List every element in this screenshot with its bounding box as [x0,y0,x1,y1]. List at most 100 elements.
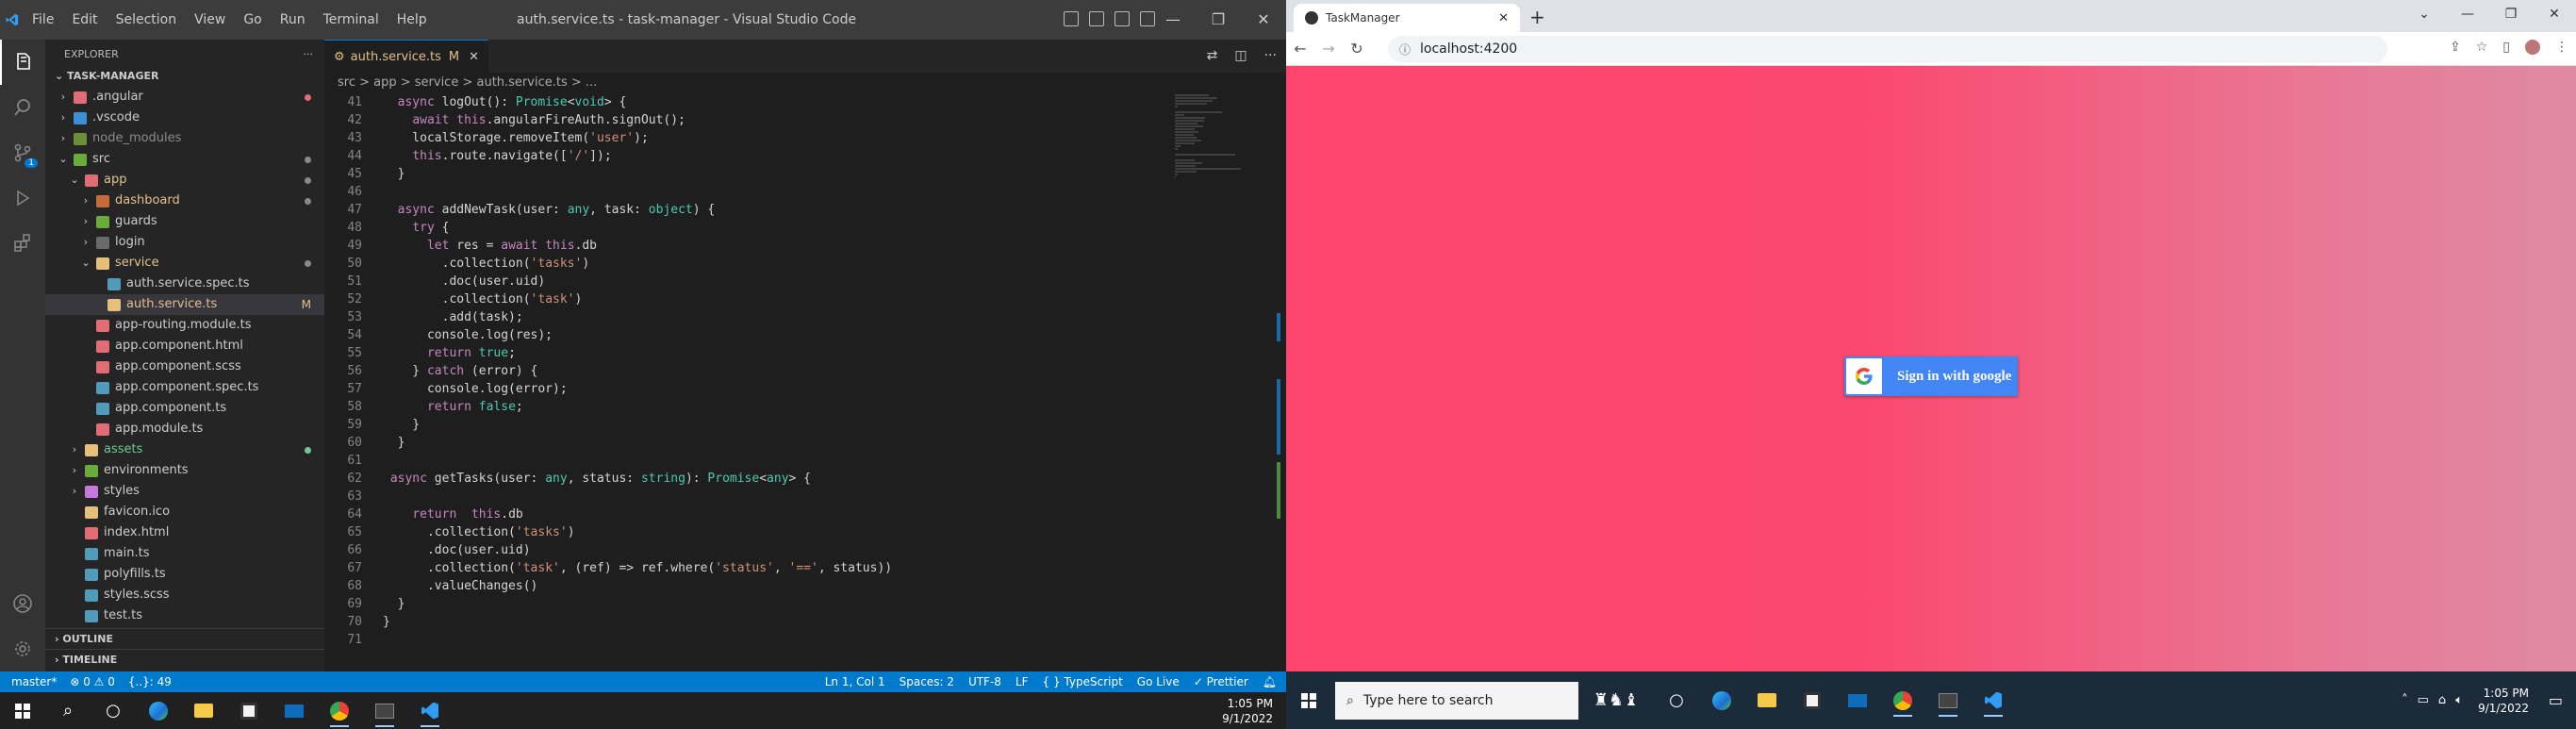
code-line[interactable]: 41 async logOut(): Promise<void> { [324,93,1173,111]
close-button[interactable]: ✕ [1241,0,1286,40]
code-line[interactable]: 44 this.route.navigate(['/']); [324,147,1173,165]
code-line[interactable]: 47 async addNewTask(user: any, task: obj… [324,201,1173,219]
task-view-icon[interactable]: ○ [1654,682,1699,719]
tree-item[interactable]: ⌄ app [45,170,324,191]
tree-item[interactable]: app.component.spec.ts [45,377,324,398]
code-line[interactable]: 61 [324,452,1173,470]
code-line[interactable]: 46 [324,183,1173,201]
bell-icon[interactable]: 🔔︎ [1263,675,1277,688]
minimap[interactable] [1175,93,1250,282]
tree-item[interactable]: app.component.scss [45,356,324,377]
code-line[interactable]: 64 return this.db [324,505,1173,523]
site-info-icon[interactable]: ⓘ [1399,41,1411,58]
vscode-taskbar-icon[interactable] [1971,682,2016,719]
mail-icon[interactable] [1835,682,1880,719]
code-line[interactable]: 43 localStorage.removeItem('user'); [324,129,1173,147]
chess-widget-icon[interactable]: ♜♞♝ [1578,682,1654,719]
network-icon[interactable]: ⌂ [2438,693,2446,707]
address-bar[interactable]: ⓘ localhost:4200 [1388,36,2387,62]
tree-item[interactable]: › login [45,232,324,253]
menu-item-view[interactable]: View [194,12,225,27]
tree-item[interactable]: › styles [45,481,324,502]
code-line[interactable]: 42 await this.angularFireAuth.signOut(); [324,111,1173,129]
tree-item[interactable]: app.component.ts [45,398,324,419]
taskbar-search-box[interactable]: ⌕ Type here to search [1335,681,1578,720]
code-line[interactable]: 59 } [324,416,1173,434]
tree-item[interactable]: › environments [45,460,324,481]
profile-avatar-icon[interactable] [2525,40,2540,55]
run-debug-icon[interactable] [0,175,45,221]
code-line[interactable]: 62 async getTasks(user: any, status: str… [324,470,1173,488]
code-line[interactable]: 66 .doc(user.uid) [324,541,1173,559]
tray-chevron-icon[interactable]: ˄ [2402,693,2408,707]
browser-restore-button[interactable]: ❐ [2489,0,2533,28]
tree-item[interactable]: polyfills.ts [45,564,324,585]
tab-close-icon[interactable]: ✕ [469,50,479,64]
browser-tab[interactable]: TaskManager ✕ [1294,4,1520,32]
mail-icon[interactable] [272,692,317,729]
google-signin-button[interactable]: Sign in with google [1844,356,2018,396]
toggle-panel-icon[interactable] [1089,11,1104,26]
tree-item[interactable]: auth.service.ts M [45,294,324,315]
edge-icon[interactable] [136,692,181,729]
taskbar-clock[interactable]: 1:05 PM 9/1/2022 [1222,696,1273,726]
back-icon[interactable]: ← [1286,40,1314,58]
timeline-section[interactable]: › TIMELINE [45,649,324,670]
code-line[interactable]: 58 return false; [324,398,1173,416]
task-view-icon[interactable]: ○ [91,692,136,729]
menu-item-go[interactable]: Go [243,12,261,27]
minimize-button[interactable]: — [1150,0,1196,40]
code-line[interactable]: 70} [324,613,1173,631]
terminal-icon[interactable] [1925,682,1971,719]
tree-item[interactable]: app.module.ts [45,419,324,439]
more-actions-icon[interactable]: ··· [1264,48,1277,63]
status-right-item[interactable]: LF [1016,675,1029,688]
status-right-item[interactable]: UTF-8 [968,675,1001,688]
status-right-item[interactable]: { } TypeScript [1043,675,1123,688]
code-line[interactable]: 65 .collection('tasks') [324,523,1173,541]
terminal-icon[interactable] [362,692,407,729]
explorer-more-icon[interactable]: ··· [304,43,314,66]
store-icon[interactable] [226,692,272,729]
code-line[interactable]: 50 .collection('tasks') [324,255,1173,273]
tree-item[interactable]: test.ts [45,605,324,626]
tree-item[interactable]: app-routing.module.ts [45,315,324,336]
tree-item[interactable]: › .vscode [45,108,324,128]
code-line[interactable]: 45 } [324,165,1173,183]
taskbar-clock[interactable]: 1:05 PM 9/1/2022 [2478,686,2529,716]
status-left-item[interactable]: ⊗ 0 ⚠ 0 [70,675,115,688]
code-line[interactable]: 67 .collection('task', (ref) => ref.wher… [324,559,1173,577]
tree-item[interactable]: › guards [45,211,324,232]
side-panel-icon[interactable]: ▯ [2502,40,2510,55]
menu-item-edit[interactable]: Edit [72,12,97,27]
forward-icon[interactable]: → [1314,40,1343,58]
code-line[interactable]: 53 .add(task); [324,308,1173,326]
code-line[interactable]: 71 [324,631,1173,649]
reload-icon[interactable]: ↻ [1343,40,1371,58]
tree-item[interactable]: ⌄ service [45,253,324,273]
toggle-secondary-sidebar-icon[interactable] [1115,11,1130,26]
restore-button[interactable]: ❐ [1196,0,1241,40]
edge-icon[interactable] [1699,682,1744,719]
code-line[interactable]: 48 try { [324,219,1173,237]
tab-auth-service[interactable]: ⚙ auth.service.ts M ✕ [324,40,489,73]
volume-icon[interactable]: 🔈︎ [2455,693,2463,707]
chrome-icon[interactable] [317,692,362,729]
tree-item[interactable]: ⌄ src [45,149,324,170]
search-icon[interactable] [0,85,45,130]
tree-item[interactable]: app.component.html [45,336,324,356]
outline-section[interactable]: › OUTLINE [45,628,324,649]
notification-icon[interactable]: ▭ [2549,691,2563,709]
bookmark-star-icon[interactable]: ☆ [2476,40,2488,55]
split-editor-icon[interactable]: ◫ [1234,48,1247,63]
tree-item[interactable]: › dashboard [45,191,324,211]
menu-item-run[interactable]: Run [280,12,305,27]
tab-search-icon[interactable]: ⌄ [2403,0,2446,28]
code-line[interactable]: 60 } [324,434,1173,452]
toggle-sidebar-icon[interactable] [1064,11,1079,26]
vscode-taskbar-icon[interactable] [407,692,453,729]
tray-device-icon[interactable]: ▭ [2418,693,2429,707]
code-line[interactable]: 52 .collection('task') [324,290,1173,308]
menu-item-terminal[interactable]: Terminal [323,12,379,27]
status-left-item[interactable]: master* [11,675,57,688]
